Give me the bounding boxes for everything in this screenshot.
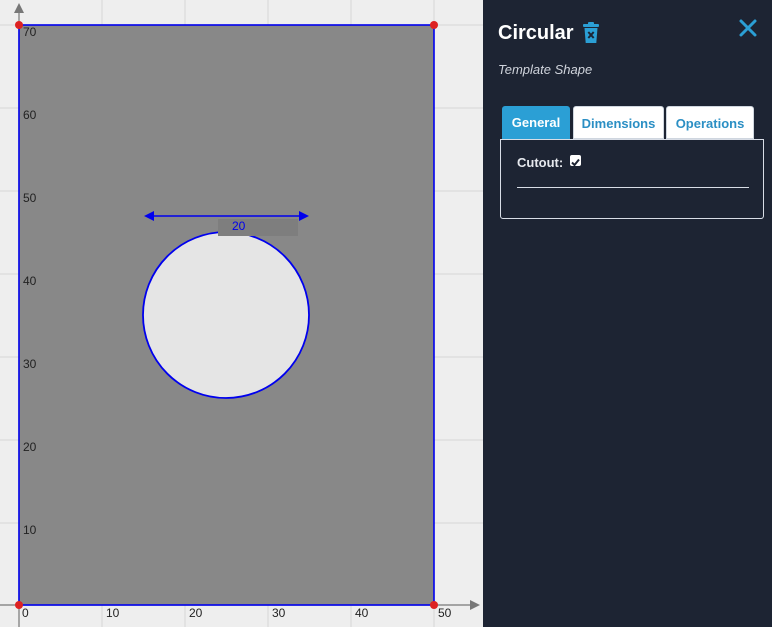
panel-subtitle: Template Shape [498, 62, 593, 77]
tab-dimensions[interactable]: Dimensions [573, 106, 664, 139]
cutout-checkbox[interactable] [570, 155, 581, 167]
cutout-label: Cutout: [517, 155, 564, 170]
vertex-bottom-right[interactable] [430, 601, 438, 609]
trash-icon[interactable] [582, 22, 600, 44]
drawing-canvas[interactable]: 20 10 20 30 40 50 60 70 0 10 20 30 40 50 [0, 0, 483, 627]
properties-panel: Circular Template Shape General Dimensio… [483, 0, 772, 627]
x-tick-label: 50 [438, 606, 452, 620]
vertex-top-left[interactable] [15, 21, 23, 29]
x-tick-label: 20 [189, 606, 203, 620]
checkmark-icon [571, 158, 580, 167]
y-tick-label: 70 [23, 25, 37, 39]
x-tick-label: 40 [355, 606, 369, 620]
tab-content-general: Cutout: [500, 139, 764, 219]
y-tick-label: 20 [23, 440, 37, 454]
dimension-value: 20 [232, 219, 246, 233]
y-tick-label: 30 [23, 357, 37, 371]
y-tick-label: 10 [23, 523, 37, 537]
y-tick-label: 50 [23, 191, 37, 205]
panel-title: Circular [498, 22, 574, 44]
y-tick-label: 40 [23, 274, 37, 288]
x-tick-label: 30 [272, 606, 286, 620]
x-tick-label: 0 [22, 606, 29, 620]
canvas-svg[interactable]: 20 10 20 30 40 50 60 70 0 10 20 30 40 50 [0, 0, 483, 627]
y-tick-label: 60 [23, 108, 37, 122]
vertex-top-right[interactable] [430, 21, 438, 29]
dimension-label-bg [218, 219, 298, 236]
circular-cutout[interactable] [142, 231, 310, 399]
close-icon[interactable] [737, 17, 759, 39]
tab-operations[interactable]: Operations [666, 106, 754, 139]
divider [517, 187, 749, 188]
x-tick-label: 10 [106, 606, 120, 620]
x-axis-ticks: 0 10 20 30 40 50 [22, 606, 452, 620]
tab-general[interactable]: General [502, 106, 570, 139]
